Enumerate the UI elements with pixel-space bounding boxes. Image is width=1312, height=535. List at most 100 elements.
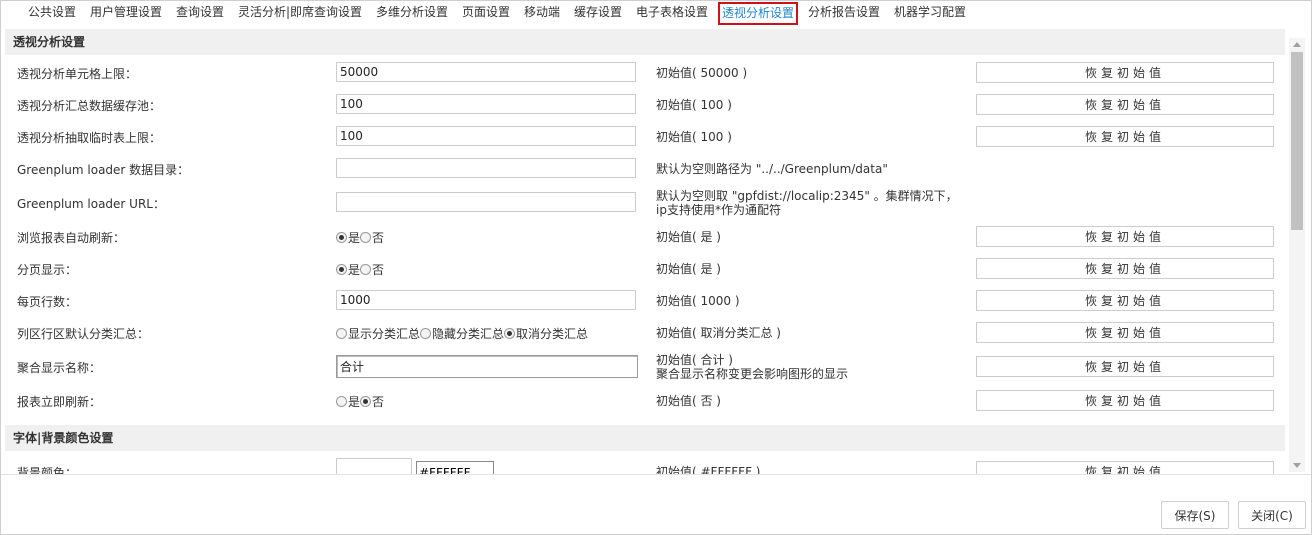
radio-no[interactable]: 否 [360, 393, 384, 410]
restore-default-button[interactable]: 恢复初始值 [976, 290, 1274, 311]
scrollbar-thumb[interactable] [1291, 52, 1303, 230]
setting-note: 初始值( 100 ) [656, 130, 732, 144]
setting-note: 初始值( 1000 ) [656, 294, 740, 308]
setting-label: 分页显示： [17, 262, 78, 277]
save-button[interactable]: 保存(S) [1161, 501, 1229, 529]
setting-note: 初始值( 是 ) [656, 262, 721, 276]
setting-row-rows-per-page: 每页行数： 初始值( 1000 ) 恢复初始值 [5, 285, 1289, 317]
tab-mobile[interactable]: 移动端 [524, 4, 560, 20]
tab-user-management[interactable]: 用户管理设置 [90, 4, 162, 20]
scroll-up-arrow-icon[interactable] [1293, 42, 1301, 47]
radio-cancel-subtotal[interactable]: 取消分类汇总 [504, 325, 588, 342]
setting-row-temp-table-limit: 透视分析抽取临时表上限： 初始值( 100 ) 恢复初始值 [5, 121, 1289, 153]
setting-label: 透视分析汇总数据缓存池： [17, 98, 162, 113]
radio-unselected-icon [360, 263, 372, 275]
restore-default-button[interactable]: 恢复初始值 [976, 461, 1274, 474]
radio-label: 否 [372, 262, 385, 277]
restore-default-button[interactable]: 恢复初始值 [976, 322, 1274, 343]
summary-cache-input[interactable] [336, 94, 636, 114]
tab-spreadsheet-settings[interactable]: 电子表格设置 [636, 4, 708, 20]
setting-row-instant-refresh: 报表立即刷新： 是 否 初始值( 否 ) 恢复初始值 [5, 385, 1289, 417]
setting-row-cell-limit: 透视分析单元格上限： 初始值( 50000 ) 恢复初始值 [5, 57, 1289, 89]
radio-label: 否 [372, 394, 385, 409]
setting-note: 初始值( 否 ) [656, 394, 721, 408]
setting-label: 浏览报表自动刷新： [17, 230, 126, 245]
radio-yes[interactable]: 是 [336, 393, 360, 410]
radio-group: 显示分类汇总 隐藏分类汇总 取消分类汇总 [336, 317, 588, 349]
restore-default-button[interactable]: 恢复初始值 [976, 126, 1274, 147]
restore-default-button[interactable]: 恢复初始值 [976, 258, 1274, 279]
tab-cache-settings[interactable]: 缓存设置 [574, 4, 622, 20]
section-title: 字体|背景颜色设置 [13, 431, 114, 445]
radio-selected-icon [504, 327, 516, 339]
radio-group: 是 否 [336, 253, 384, 285]
radio-unselected-icon [336, 395, 347, 407]
setting-row-auto-refresh: 浏览报表自动刷新： 是 否 初始值( 是 ) 恢复初始值 [5, 221, 1289, 253]
note-line: 默认为空则取 "gpfdist://localip:2345" 。集群情况下， [656, 189, 958, 203]
tab-page-settings[interactable]: 页面设置 [462, 4, 510, 20]
setting-row-background-color: 背景颜色： 初始值( #FFFFFF ) 恢复初始值 [5, 456, 1289, 474]
radio-label: 取消分类汇总 [516, 326, 589, 341]
setting-row-summary-cache: 透视分析汇总数据缓存池： 初始值( 100 ) 恢复初始值 [5, 89, 1289, 121]
radio-group: 是 否 [336, 385, 384, 417]
restore-default-button[interactable]: 恢复初始值 [976, 62, 1274, 83]
radio-show-subtotal[interactable]: 显示分类汇总 [336, 325, 420, 342]
tab-analysis-report[interactable]: 分析报告设置 [808, 4, 880, 20]
radio-no[interactable]: 否 [360, 229, 384, 246]
radio-selected-icon [336, 231, 347, 243]
section-header-pivot: 透视分析设置 [5, 29, 1285, 55]
setting-row-greenplum-dir: Greenplum loader 数据目录： 默认为空则路径为 "../../G… [5, 153, 1289, 185]
section-header-font-bg: 字体|背景颜色设置 [5, 425, 1285, 451]
setting-note: 初始值( 50000 ) [656, 66, 748, 80]
tab-flexible-analysis[interactable]: 灵活分析|即席查询设置 [238, 4, 362, 20]
greenplum-dir-input[interactable] [336, 158, 636, 178]
restore-default-button[interactable]: 恢复初始值 [976, 226, 1274, 247]
radio-yes[interactable]: 是 [336, 229, 360, 246]
radio-label: 是 [348, 262, 361, 277]
setting-label: 报表立即刷新： [17, 394, 102, 409]
tab-query-settings[interactable]: 查询设置 [176, 4, 224, 20]
restore-default-button[interactable]: 恢复初始值 [976, 94, 1274, 115]
tab-multidim-analysis[interactable]: 多维分析设置 [376, 4, 448, 20]
radio-no[interactable]: 否 [360, 261, 384, 278]
close-button[interactable]: 关闭(C) [1238, 501, 1306, 529]
footer-divider [1, 474, 1311, 475]
setting-note: 默认为空则取 "gpfdist://localip:2345" 。集群情况下， … [656, 185, 958, 221]
background-color-input[interactable] [416, 461, 494, 474]
rows-per-page-input[interactable] [336, 290, 636, 310]
color-swatch[interactable] [336, 458, 412, 474]
radio-selected-icon [360, 395, 372, 407]
setting-note: 初始值( 是 ) [656, 230, 721, 244]
setting-label: 每页行数： [17, 294, 78, 309]
greenplum-url-input[interactable] [336, 192, 636, 212]
aggregate-name-input[interactable] [336, 355, 638, 378]
setting-note: 初始值( 100 ) [656, 98, 732, 112]
tab-pivot-analysis[interactable]: 透视分析设置 [718, 2, 799, 25]
setting-label: 列区行区默认分类汇总： [17, 326, 150, 341]
vertical-scrollbar[interactable] [1289, 38, 1305, 472]
setting-label: Greenplum loader URL： [17, 196, 165, 211]
restore-default-button[interactable]: 恢复初始值 [976, 356, 1274, 377]
restore-default-button[interactable]: 恢复初始值 [976, 390, 1274, 411]
radio-unselected-icon [336, 327, 347, 339]
tab-public-settings[interactable]: 公共设置 [28, 4, 76, 20]
setting-row-greenplum-url: Greenplum loader URL： 默认为空则取 "gpfdist://… [5, 185, 1289, 221]
radio-label: 否 [372, 230, 385, 245]
note-line: 聚合显示名称变更会影响图形的显示 [656, 367, 849, 381]
radio-yes[interactable]: 是 [336, 261, 360, 278]
setting-label: 背景颜色： [17, 465, 78, 475]
radio-hide-subtotal[interactable]: 隐藏分类汇总 [420, 325, 504, 342]
cell-limit-input[interactable] [336, 62, 636, 82]
setting-note: 初始值( 取消分类汇总 ) [656, 326, 781, 340]
setting-label: Greenplum loader 数据目录： [17, 162, 190, 177]
setting-label: 聚合显示名称： [17, 360, 102, 375]
setting-row-default-subtotal: 列区行区默认分类汇总： 显示分类汇总 隐藏分类汇总 取消分类汇总 初始值( 取消… [5, 317, 1289, 349]
radio-label: 是 [348, 230, 361, 245]
settings-content: 透视分析设置 透视分析单元格上限： 初始值( 50000 ) 恢复初始值 透视分… [5, 26, 1289, 474]
tab-machine-learning[interactable]: 机器学习配置 [894, 4, 966, 20]
temp-table-limit-input[interactable] [336, 126, 636, 146]
setting-row-aggregate-name: 聚合显示名称： 初始值( 合计 ) 聚合显示名称变更会影响图形的显示 恢复初始值 [5, 349, 1289, 385]
radio-unselected-icon [360, 231, 372, 243]
scroll-down-arrow-icon[interactable] [1293, 463, 1301, 468]
radio-label: 隐藏分类汇总 [432, 326, 505, 341]
